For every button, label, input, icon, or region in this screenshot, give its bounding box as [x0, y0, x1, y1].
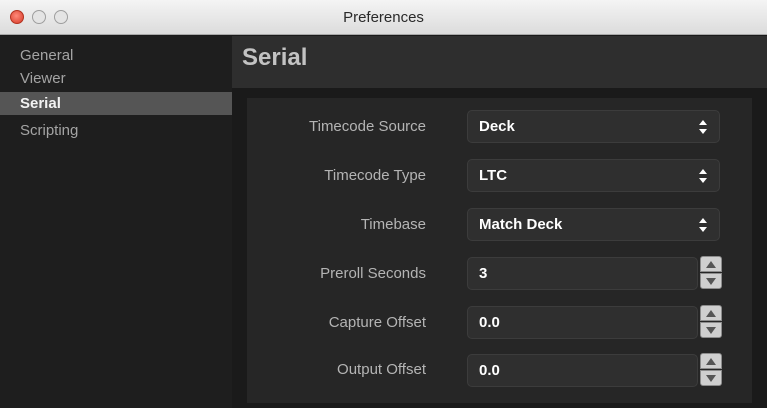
main-panel: Serial Timecode Source Deck Timecode Typ… [232, 36, 767, 408]
preferences-window: Preferences General Viewer Serial Script… [0, 0, 767, 408]
timecode-source-label: Timecode Source [309, 118, 426, 135]
timecode-type-select[interactable]: LTC [467, 159, 720, 192]
output-offset-input[interactable]: 0.0 [467, 354, 698, 387]
stepper-up-icon[interactable] [700, 256, 722, 272]
sidebar-item-general[interactable]: General [0, 44, 232, 67]
stepper-down-icon[interactable] [700, 273, 722, 289]
settings-panel: Timecode Source Deck Timecode Type LTC T… [247, 98, 752, 403]
panel-header: Serial [232, 36, 767, 88]
up-down-arrows-icon [699, 120, 707, 134]
capture-offset-label: Capture Offset [328, 314, 426, 331]
sidebar-item-viewer[interactable]: Viewer [0, 67, 232, 90]
preroll-seconds-stepper[interactable] [700, 256, 722, 290]
sidebar-item-scripting[interactable]: Scripting [0, 119, 232, 142]
output-offset-label: Output Offset [337, 361, 426, 378]
timebase-select[interactable]: Match Deck [467, 208, 720, 241]
timebase-label: Timebase [360, 216, 426, 233]
title-bar[interactable]: Preferences [0, 0, 767, 35]
up-down-arrows-icon [699, 218, 707, 232]
stepper-up-icon[interactable] [700, 305, 722, 321]
output-offset-stepper[interactable] [700, 353, 722, 387]
preroll-seconds-label: Preroll Seconds [320, 265, 426, 282]
up-down-arrows-icon [699, 169, 707, 183]
capture-offset-stepper[interactable] [700, 305, 722, 339]
capture-offset-input[interactable]: 0.0 [467, 306, 698, 339]
timebase-value: Match Deck [479, 216, 563, 233]
timecode-type-value: LTC [479, 167, 508, 184]
stepper-up-icon[interactable] [700, 353, 722, 369]
timecode-type-label: Timecode Type [324, 167, 426, 184]
stepper-down-icon[interactable] [700, 322, 722, 338]
page-title: Serial [242, 44, 308, 71]
window-title: Preferences [343, 9, 424, 26]
timecode-source-value: Deck [479, 118, 515, 135]
sidebar-item-serial[interactable]: Serial [0, 92, 232, 115]
timecode-source-select[interactable]: Deck [467, 110, 720, 143]
preroll-seconds-input[interactable]: 3 [467, 257, 698, 290]
stepper-down-icon[interactable] [700, 370, 722, 386]
sidebar: General Viewer Serial Scripting [0, 36, 232, 408]
